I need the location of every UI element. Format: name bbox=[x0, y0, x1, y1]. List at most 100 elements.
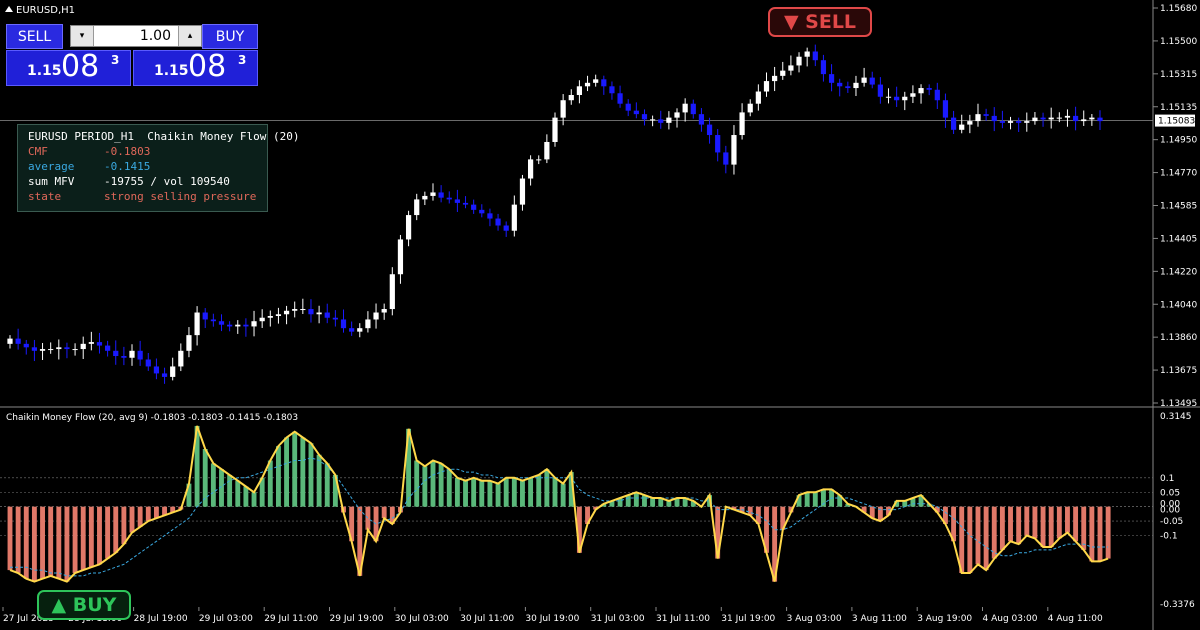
cmf-tick-label: 0.05 bbox=[1160, 488, 1180, 498]
buy-price-small: 1.15 bbox=[154, 63, 189, 79]
sell-signal-badge: ▼ SELL bbox=[768, 7, 872, 37]
cmf-bar bbox=[80, 506, 86, 571]
cmf-bar bbox=[446, 469, 452, 507]
cmf-bar bbox=[56, 506, 62, 579]
buy-button[interactable]: BUY bbox=[202, 24, 258, 49]
sell-button[interactable]: SELL bbox=[6, 24, 63, 49]
cmf-bar bbox=[284, 437, 290, 507]
info-row-average: average -0.1415 bbox=[28, 160, 151, 173]
cmf-bar bbox=[129, 506, 135, 533]
cmf-tick-label: 0.00 bbox=[1160, 506, 1180, 516]
cmf-bar bbox=[967, 506, 973, 573]
cmf-bar bbox=[48, 506, 54, 576]
cmf-bar bbox=[804, 492, 810, 507]
cmf-bar bbox=[414, 460, 420, 507]
cmf-bar bbox=[1048, 506, 1054, 548]
cmf-bar bbox=[471, 477, 477, 507]
current-price-label: 1.15083 bbox=[1158, 117, 1195, 127]
price-tick-label: 1.15135 bbox=[1160, 103, 1197, 113]
cmf-bar bbox=[64, 506, 70, 582]
buy-price-big: 08 bbox=[188, 49, 227, 84]
lot-decrease-button[interactable]: ▾ bbox=[71, 26, 94, 46]
cmf-bar bbox=[544, 469, 550, 507]
one-click-trading-panel: SELL ▾ 1.00 ▴ BUY 1.15 08 3 1.15 08 3 bbox=[6, 24, 258, 86]
cmf-bar bbox=[121, 506, 127, 545]
cmf-bar bbox=[1032, 506, 1038, 539]
cmf-bar bbox=[72, 506, 78, 573]
lot-size-stepper[interactable]: ▾ 1.00 ▴ bbox=[70, 25, 202, 47]
cmf-bar bbox=[625, 495, 631, 507]
cmf-bar bbox=[210, 463, 216, 507]
cmf-bar bbox=[137, 506, 143, 527]
cmf-bar bbox=[243, 486, 249, 507]
cmf-bar bbox=[520, 480, 525, 507]
time-tick-label: 4 Aug 03:00 bbox=[983, 614, 1038, 624]
lot-size-input[interactable]: 1.00 bbox=[95, 26, 177, 46]
cmf-tick-label: -0.05 bbox=[1160, 517, 1183, 527]
time-tick-label: 31 Jul 03:00 bbox=[591, 614, 645, 624]
cmf-tick-label: -0.3376 bbox=[1160, 600, 1195, 610]
info-row-state: state strong selling pressure bbox=[28, 190, 257, 203]
cmf-bar bbox=[1040, 506, 1046, 548]
cmf-bar bbox=[1089, 506, 1095, 562]
cmf-bar bbox=[267, 460, 273, 507]
price-tick-label: 1.14950 bbox=[1160, 136, 1197, 146]
cmf-bar bbox=[642, 495, 647, 507]
cmf-bar bbox=[511, 477, 517, 507]
cmf-bar bbox=[975, 506, 981, 565]
cmf-bar bbox=[324, 463, 330, 507]
cmf-bar bbox=[316, 454, 322, 507]
cmf-bar bbox=[113, 506, 119, 553]
cmf-info-panel: EURUSD PERIOD_H1 Chaikin Money Flow (20)… bbox=[17, 124, 300, 212]
price-tick-label: 1.15500 bbox=[1160, 37, 1197, 47]
price-tick-label: 1.14405 bbox=[1160, 234, 1197, 244]
price-tick-label: 1.14585 bbox=[1160, 202, 1197, 212]
cmf-bar bbox=[528, 477, 534, 507]
cmf-tick-label: 0.1 bbox=[1160, 474, 1174, 484]
cmf-bar bbox=[1065, 506, 1070, 533]
cmf-bar bbox=[650, 498, 656, 507]
cmf-bar bbox=[552, 477, 558, 507]
sell-price-small: 1.15 bbox=[27, 63, 62, 79]
cmf-bar bbox=[438, 463, 444, 507]
cmf-bar bbox=[292, 431, 298, 507]
lot-increase-button[interactable]: ▴ bbox=[178, 26, 201, 46]
cmf-tick-label: 0.3145 bbox=[1160, 412, 1192, 422]
time-tick-label: 3 Aug 19:00 bbox=[917, 614, 972, 624]
cmf-bar bbox=[365, 506, 371, 530]
time-tick-label: 31 Jul 11:00 bbox=[656, 614, 710, 624]
cmf-bar bbox=[991, 506, 997, 559]
cmf-bar bbox=[23, 506, 29, 579]
cmf-bar bbox=[308, 443, 314, 507]
info-row-sum-mfv: sum MFV -19755 / vol 109540 bbox=[28, 175, 230, 188]
chart-area[interactable]: 1.15680 1.15500 1.15315 1.15135 1.14950 1.147… bbox=[0, 0, 1200, 630]
cmf-bar bbox=[495, 483, 501, 507]
sell-price-sup: 3 bbox=[111, 53, 120, 67]
price-tick-label: 1.14770 bbox=[1160, 169, 1197, 179]
info-row-header: EURUSD PERIOD_H1 Chaikin Money Flow (20) bbox=[28, 130, 300, 143]
buy-price-box[interactable]: 1.15 08 3 bbox=[133, 49, 258, 86]
time-tick-label: 30 Jul 19:00 bbox=[525, 614, 579, 624]
buy-price-sup: 3 bbox=[238, 53, 247, 67]
cmf-bar bbox=[1016, 506, 1022, 545]
price-tick-label: 1.14040 bbox=[1160, 300, 1197, 310]
cmf-bar bbox=[97, 506, 102, 565]
cmf-bar bbox=[1073, 506, 1079, 542]
time-tick-label: 29 Jul 11:00 bbox=[264, 614, 318, 624]
sell-price-box[interactable]: 1.15 08 3 bbox=[6, 49, 131, 86]
time-tick-label: 30 Jul 11:00 bbox=[460, 614, 514, 624]
cmf-title: Chaikin Money Flow (20, avg 9) -0.1803 -… bbox=[6, 413, 298, 423]
time-tick-label: 3 Aug 03:00 bbox=[787, 614, 842, 624]
cmf-bar bbox=[812, 492, 818, 507]
cmf-bar bbox=[1056, 506, 1062, 539]
time-tick-label: 3 Aug 11:00 bbox=[852, 614, 907, 624]
cmf-bar bbox=[105, 506, 111, 559]
buy-signal-badge: ▲ BUY bbox=[37, 590, 131, 620]
cmf-bar bbox=[560, 483, 566, 507]
cmf-bar bbox=[463, 480, 468, 507]
time-tick-label: 29 Jul 19:00 bbox=[330, 614, 384, 624]
cmf-bar bbox=[430, 460, 436, 507]
cmf-bar bbox=[7, 506, 13, 571]
cmf-bar bbox=[153, 506, 159, 519]
cmf-bar bbox=[1097, 506, 1103, 562]
